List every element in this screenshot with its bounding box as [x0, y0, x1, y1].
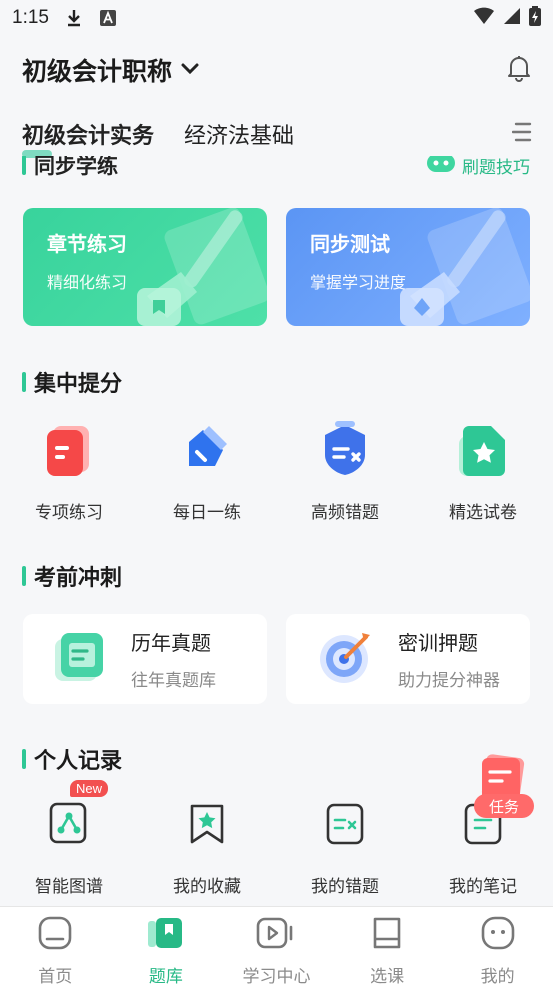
- item-label: 我的错题: [311, 877, 379, 897]
- bookmark-star-icon: [177, 794, 237, 854]
- special-practice-item[interactable]: 专项练习: [0, 420, 138, 523]
- subject-tabs: 初级会计实务 经济法基础: [22, 114, 532, 158]
- box-subtitle: 助力提分神器: [398, 671, 500, 691]
- box-subtitle: 往年真题库: [131, 671, 216, 691]
- task-floating-button[interactable]: 任务: [474, 754, 534, 824]
- sprint-title: 考前冲刺: [34, 566, 123, 591]
- chapter-practice-card[interactable]: 章节练习 精细化练习: [23, 208, 267, 326]
- section-marker: [22, 749, 26, 769]
- exam-title: 初级会计职称: [22, 57, 173, 86]
- video-icon: [256, 915, 296, 956]
- selected-papers-item[interactable]: 精选试卷: [414, 420, 552, 523]
- document-icon: [39, 420, 99, 480]
- status-bar: 1:15: [0, 0, 553, 36]
- past-exam-book-icon: [53, 629, 109, 689]
- course-icon: [369, 915, 405, 956]
- nav-label: 我的: [480, 967, 515, 984]
- bell-icon[interactable]: [506, 54, 532, 86]
- header: 初级会计职称: [22, 50, 532, 90]
- tab-economic-law[interactable]: 经济法基础: [184, 118, 294, 150]
- task-label: 任务: [474, 794, 534, 818]
- star-paper-icon: [453, 420, 513, 480]
- focus-grid: 专项练习 每日一练 高频错题 精选试卷: [0, 420, 553, 523]
- menu-icon[interactable]: [511, 121, 532, 147]
- error-notebook-icon: [315, 794, 375, 854]
- section-marker: [22, 372, 26, 392]
- bottom-nav: 首页 题库 学习中心 选课 我的: [0, 906, 553, 984]
- book-pen-illustration: [137, 208, 267, 326]
- nav-learning-center[interactable]: 学习中心: [221, 907, 332, 984]
- focus-section-header: 集中提分: [22, 366, 122, 398]
- nav-label: 学习中心: [242, 967, 311, 984]
- new-badge: New: [70, 780, 109, 797]
- profile-face-icon: [480, 915, 516, 956]
- target-icon: [316, 627, 376, 691]
- nav-question-bank[interactable]: 题库: [111, 907, 222, 984]
- nav-home[interactable]: 首页: [0, 907, 111, 984]
- daily-practice-item[interactable]: 每日一练: [138, 420, 276, 523]
- item-label: 我的收藏: [173, 877, 241, 897]
- sync-test-card[interactable]: 同步测试 掌握学习进度: [286, 208, 530, 326]
- nav-label: 首页: [38, 967, 73, 984]
- question-bank-icon: [146, 915, 186, 956]
- signal-icon: [503, 7, 521, 30]
- nav-courses[interactable]: 选课: [332, 907, 443, 984]
- chevron-down-icon: [180, 61, 200, 80]
- home-icon: [37, 915, 73, 956]
- item-label: 我的笔记: [449, 877, 517, 897]
- section-marker: [22, 156, 26, 175]
- nav-label: 题库: [148, 967, 183, 984]
- sprint-section-header: 考前冲刺: [22, 560, 122, 592]
- box-title: 历年真题: [131, 631, 211, 655]
- nav-profile[interactable]: 我的: [442, 907, 553, 984]
- sync-title: 同步学练: [34, 156, 118, 178]
- pen-icon: [177, 420, 237, 480]
- item-label: 专项练习: [35, 503, 103, 523]
- tips-label: 刷题技巧: [462, 157, 530, 178]
- section-marker: [22, 566, 26, 586]
- wifi-icon: [473, 7, 495, 30]
- frequent-errors-item[interactable]: 高频错题: [276, 420, 414, 523]
- knowledge-graph-item[interactable]: New 智能图谱: [0, 780, 138, 897]
- app-notification-icon: [99, 9, 117, 27]
- item-label: 每日一练: [173, 503, 241, 523]
- item-label: 智能图谱: [35, 877, 103, 897]
- records-grid: New 智能图谱 我的收藏 我的错题 我的笔记: [0, 780, 553, 897]
- tips-link[interactable]: 刷题技巧: [426, 156, 530, 179]
- box-title: 密训押题: [398, 631, 478, 655]
- battery-icon: [529, 5, 541, 31]
- records-title: 个人记录: [34, 749, 123, 774]
- robot-icon: [426, 156, 456, 179]
- tab-accounting-practice[interactable]: 初级会计实务: [22, 118, 154, 158]
- status-time: 1:15: [12, 7, 49, 28]
- item-label: 精选试卷: [449, 503, 517, 523]
- focus-title: 集中提分: [34, 372, 123, 397]
- sync-section-header: 同步学练 刷题技巧: [0, 156, 553, 182]
- graph-icon: [39, 794, 99, 854]
- past-exams-box[interactable]: 历年真题 往年真题库: [23, 614, 267, 704]
- favorites-item[interactable]: 我的收藏: [138, 794, 276, 897]
- nav-label: 选课: [370, 967, 405, 984]
- my-errors-item[interactable]: 我的错题: [276, 794, 414, 897]
- download-icon: [65, 8, 83, 28]
- item-label: 高频错题: [311, 503, 379, 523]
- error-shield-icon: [315, 420, 375, 480]
- records-section-header: 个人记录: [22, 743, 122, 775]
- exam-selector[interactable]: 初级会计职称: [22, 52, 200, 88]
- secret-training-box[interactable]: 密训押题 助力提分神器: [286, 614, 530, 704]
- book-pen-illustration: [400, 208, 530, 326]
